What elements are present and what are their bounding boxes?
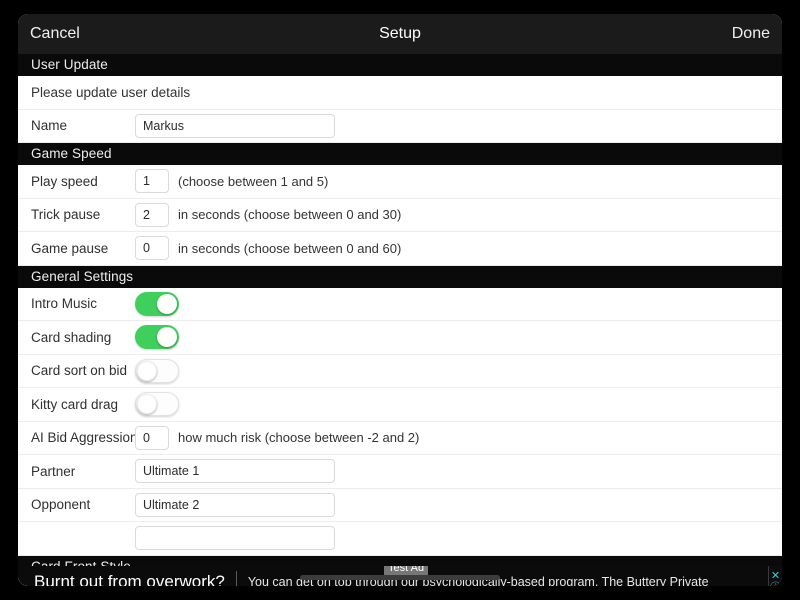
toggle-switch[interactable] <box>135 358 179 383</box>
row-hint: in seconds (choose between 0 and 30) <box>178 207 402 223</box>
device-frame: Cancel Setup Done User Update Please upda… <box>0 0 800 600</box>
number-input[interactable]: 0 <box>135 236 169 261</box>
row-label: Trick pause <box>31 207 101 223</box>
settings-row[interactable]: Play speed 1 (choose between 1 and 5) <box>18 165 782 199</box>
text-input[interactable]: Ultimate 1 <box>135 459 335 484</box>
toggle-knob <box>137 360 157 381</box>
toggle-switch[interactable] <box>135 392 179 417</box>
toggle-knob <box>137 394 157 415</box>
section-description: Please update user details <box>31 84 191 100</box>
settings-row[interactable] <box>18 522 782 556</box>
toggle-knob <box>157 293 177 314</box>
ad-divider <box>235 571 237 586</box>
settings-row[interactable]: AI Bid Aggression 0 how much risk (choose … <box>18 421 782 455</box>
settings-row[interactable]: Card shading <box>18 321 782 355</box>
text-input[interactable]: Ultimate 2 <box>135 492 335 517</box>
row-label: Partner <box>31 463 76 479</box>
home-indicator <box>300 575 500 580</box>
row-label: Intro Music <box>31 296 98 312</box>
settings-row[interactable]: Trick pause 2 in seconds (choose between 0… <box>18 198 782 232</box>
settings-row[interactable]: Name Markus <box>18 109 782 143</box>
settings-row[interactable]: Opponent Ultimate 2 <box>18 488 782 522</box>
settings-form[interactable]: User Update Please update user details Nam… <box>18 54 782 586</box>
section-header: User Update <box>18 54 782 76</box>
settings-row[interactable]: Partner Ultimate 1 <box>18 455 782 489</box>
settings-row[interactable]: Intro Music <box>18 287 782 321</box>
settings-row[interactable]: Kitty card drag <box>18 388 782 422</box>
settings-row[interactable]: Card sort on bid <box>18 354 782 388</box>
close-icon[interactable]: ✕ <box>771 570 780 582</box>
row-label: Kitty card drag <box>31 396 119 412</box>
toggle-knob <box>157 327 177 348</box>
settings-row: Please update user details <box>18 76 782 110</box>
row-hint: (choose between 1 and 5) <box>178 173 329 189</box>
section-header: General Settings <box>18 265 782 288</box>
page-title: Setup <box>379 25 421 42</box>
info-icon[interactable]: ⓘ <box>770 582 781 586</box>
row-label: Play speed <box>31 173 98 189</box>
done-button[interactable]: Done <box>732 14 770 54</box>
toggle-switch[interactable] <box>135 291 179 316</box>
settings-row[interactable]: Game pause 0 in seconds (choose between 0 … <box>18 232 782 266</box>
number-input[interactable]: 0 <box>135 425 169 450</box>
row-label: AI Bid Aggression <box>31 430 138 446</box>
row-hint: in seconds (choose between 0 and 60) <box>178 240 402 256</box>
text-input[interactable]: Markus <box>135 113 335 138</box>
text-input[interactable] <box>135 526 335 551</box>
ad-controls: ✕ ⓘ <box>768 566 782 586</box>
toggle-switch[interactable] <box>135 325 179 350</box>
navigation-bar: Cancel Setup Done <box>18 14 782 54</box>
row-label: Card shading <box>31 329 112 345</box>
section-header: Game Speed <box>18 143 782 165</box>
row-label: Game pause <box>31 240 109 256</box>
row-label: Opponent <box>31 497 91 513</box>
row-label: Name <box>31 118 68 134</box>
row-hint: how much risk (choose between -2 and 2) <box>178 430 420 446</box>
number-input[interactable]: 1 <box>135 169 169 194</box>
ad-headline: Burnt out from overwork? <box>34 572 225 586</box>
row-label: Card sort on bid <box>31 363 128 379</box>
app-screen: Cancel Setup Done User Update Please upda… <box>18 14 782 586</box>
number-input[interactable]: 2 <box>135 202 169 227</box>
